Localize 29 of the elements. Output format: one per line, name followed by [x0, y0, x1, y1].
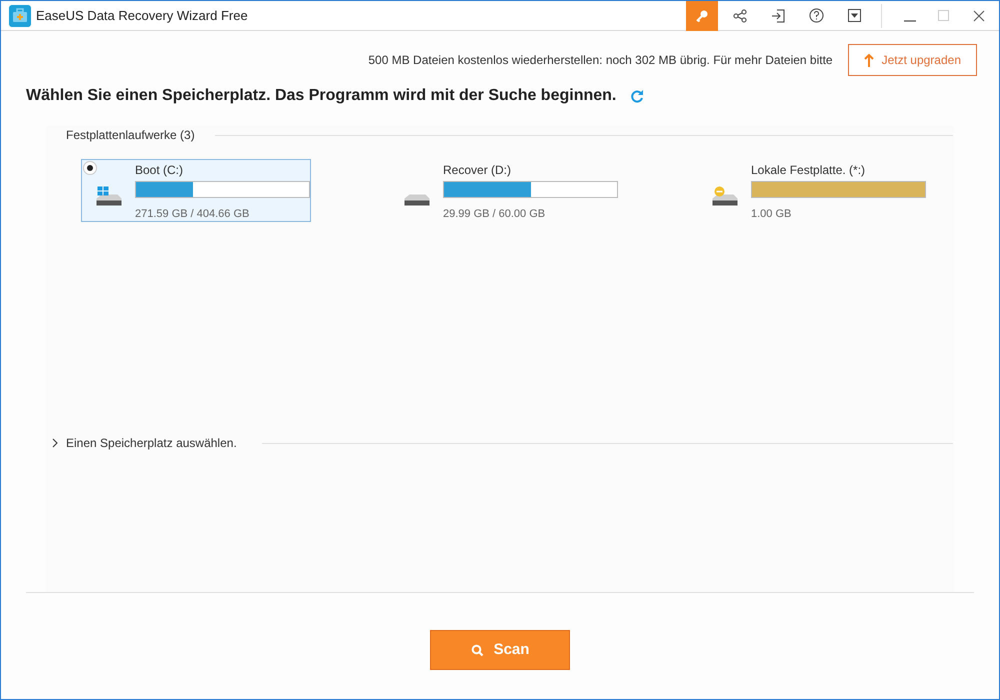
warning-drive-icon: [712, 186, 738, 206]
section-title[interactable]: Einen Speicherplatz auswählen.: [66, 434, 237, 452]
page-heading: Wählen Sie einen Speicherplatz. Das Programm wird mit der Suche beginnen.: [26, 86, 616, 106]
system-drive-icon: [96, 186, 122, 206]
arrow-up-icon: [864, 54, 874, 66]
drive-name: Recover (D:): [443, 163, 512, 177]
drive-item[interactable]: Recover (D:) 29.99 GB / 60.00 GB: [389, 159, 619, 222]
drive-name: Boot (C:): [135, 163, 184, 177]
sign-in-icon[interactable]: [771, 8, 785, 22]
help-icon[interactable]: [809, 8, 824, 23]
key-icon[interactable]: [686, 0, 718, 30]
search-icon: [470, 644, 484, 656]
refresh-icon[interactable]: [630, 89, 644, 103]
window-title: EaseUS Data Recovery Wizard Free: [36, 6, 248, 25]
drive-size: 29.99 GB / 60.00 GB: [443, 207, 546, 222]
drive-icon: [404, 194, 430, 206]
chevron-right-icon[interactable]: [51, 438, 59, 448]
section-title: Festplattenlaufwerke (3): [66, 127, 195, 144]
drive-size: 271.59 GB / 404.66 GB: [135, 207, 250, 222]
dropdown-icon[interactable]: [848, 9, 861, 22]
close-icon[interactable]: [973, 10, 985, 22]
free-quota-notice: 500 MB Dateien kostenlos wiederherstellen: noch 302 MB übrig. Für mehr Dateien bitte: [368, 52, 833, 69]
drive-name: Lokale Festplatte. (*:): [751, 163, 866, 177]
drive-size: 1.00 GB: [751, 207, 792, 222]
toolbox-app-icon: [9, 4, 31, 26]
radio-button[interactable]: [83, 161, 97, 175]
drive-item[interactable]: Boot (C:) 271.59 GB / 404.66 GB: [81, 159, 311, 222]
share-icon[interactable]: [733, 8, 747, 22]
drive-item[interactable]: Lokale Festplatte. (*:) 1.00 GB: [697, 159, 927, 222]
